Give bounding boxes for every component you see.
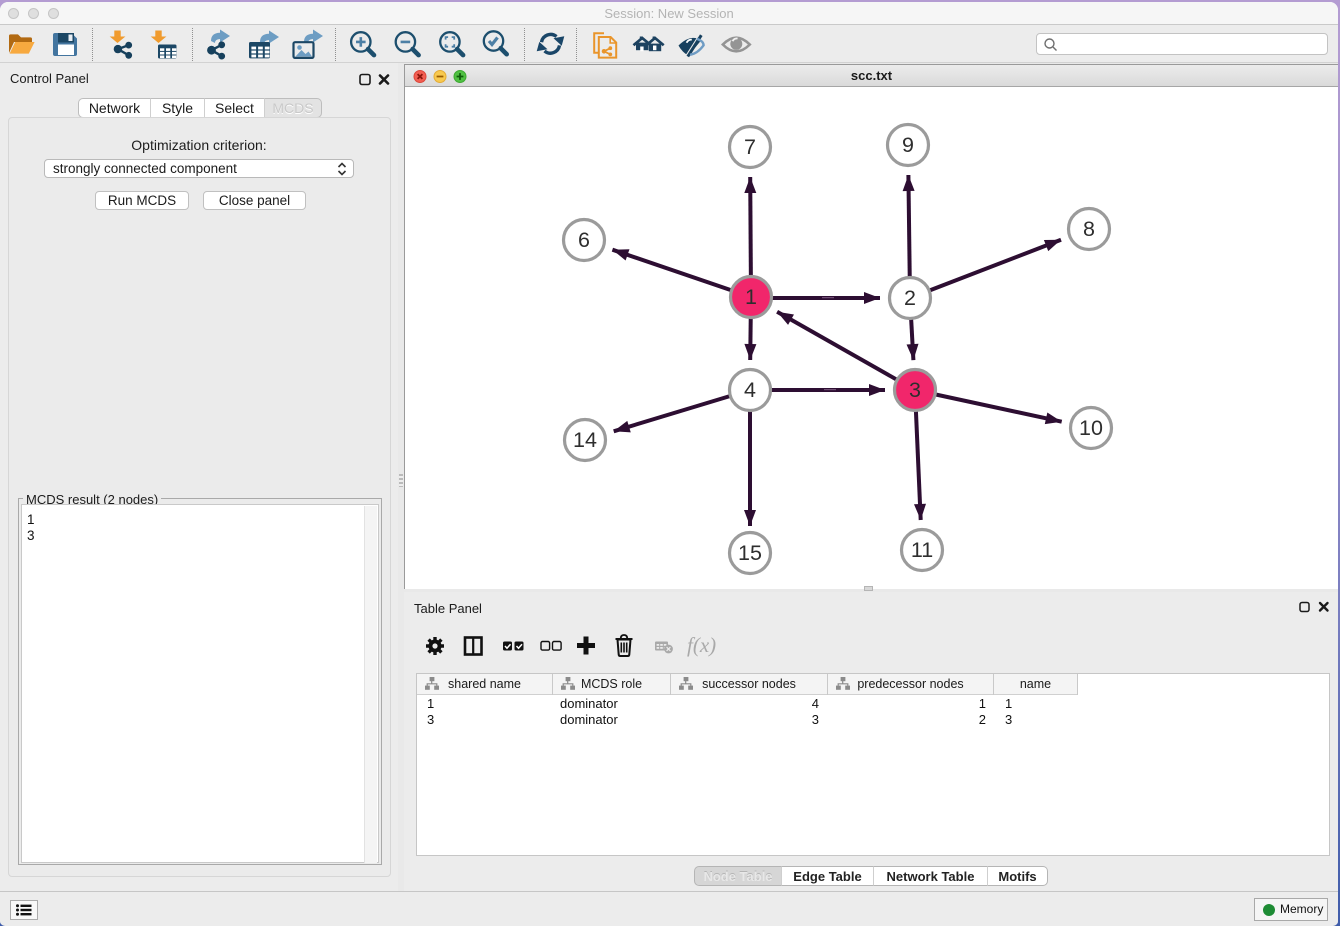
svg-text:15: 15 (738, 541, 762, 565)
svg-text:3: 3 (909, 378, 921, 402)
svg-text:10: 10 (1079, 416, 1103, 440)
svg-text:8: 8 (1083, 217, 1095, 241)
svg-text:f(x): f(x) (687, 633, 716, 657)
svg-text:9: 9 (902, 133, 914, 157)
svg-text:4: 4 (744, 378, 756, 402)
svg-text:11: 11 (911, 538, 933, 562)
svg-text:1: 1 (745, 285, 757, 309)
svg-text:14: 14 (573, 428, 597, 452)
svg-text:7: 7 (744, 135, 756, 159)
svg-text:2: 2 (904, 286, 916, 310)
svg-text:6: 6 (578, 228, 590, 252)
